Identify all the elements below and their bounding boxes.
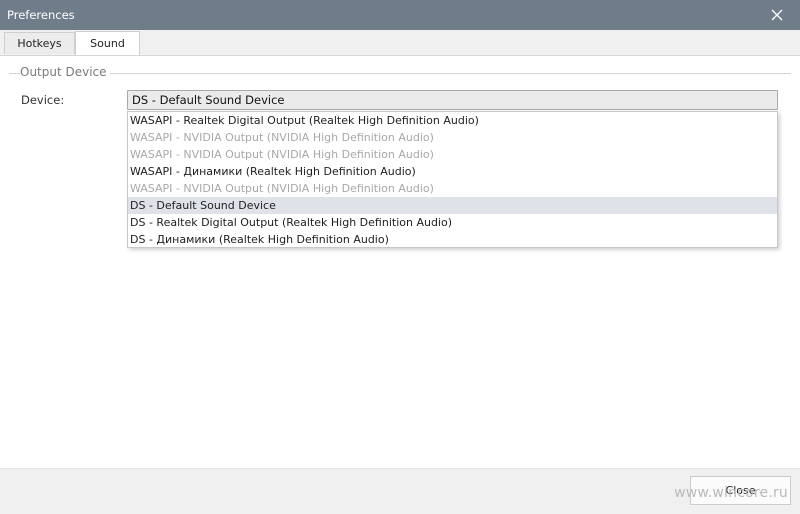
dropdown-option-selected[interactable]: DS - Default Sound Device [128, 197, 777, 214]
device-label: Device: [21, 93, 65, 107]
tab-sound[interactable]: Sound [75, 31, 140, 55]
tab-hotkeys[interactable]: Hotkeys [4, 32, 75, 54]
sound-panel: Output Device Device: DS - Default Sound… [0, 56, 800, 468]
dropdown-option[interactable]: WASAPI - Динамики (Realtek High Definiti… [128, 163, 777, 180]
window-title: Preferences [7, 8, 75, 22]
device-combobox[interactable]: DS - Default Sound Device [127, 90, 778, 110]
dropdown-option[interactable]: WASAPI - Realtek Digital Output (Realtek… [128, 112, 777, 129]
dropdown-option-disabled: WASAPI - NVIDIA Output (NVIDIA High Defi… [130, 148, 434, 161]
dropdown-option[interactable]: DS - Динамики (Realtek High Definition A… [128, 231, 777, 248]
group-divider [9, 73, 791, 74]
dropdown-option[interactable]: DS - Realtek Digital Output (Realtek Hig… [128, 214, 777, 231]
tab-bar: Hotkeys Sound [0, 30, 800, 56]
preferences-window: Preferences Hotkeys Sound Output Device … [0, 0, 800, 514]
dropdown-option-disabled: WASAPI - NVIDIA Output (NVIDIA High Defi… [130, 182, 434, 195]
footer-bar: Close www.wincore.ru [0, 468, 800, 514]
close-button[interactable]: Close [690, 476, 791, 505]
output-device-group-title: Output Device [20, 65, 110, 79]
title-bar[interactable]: Preferences [0, 0, 800, 30]
device-dropdown-list: WASAPI - Realtek Digital Output (Realtek… [127, 111, 778, 248]
dropdown-option-disabled: WASAPI - NVIDIA Output (NVIDIA High Defi… [130, 131, 434, 144]
close-icon[interactable] [754, 0, 800, 30]
